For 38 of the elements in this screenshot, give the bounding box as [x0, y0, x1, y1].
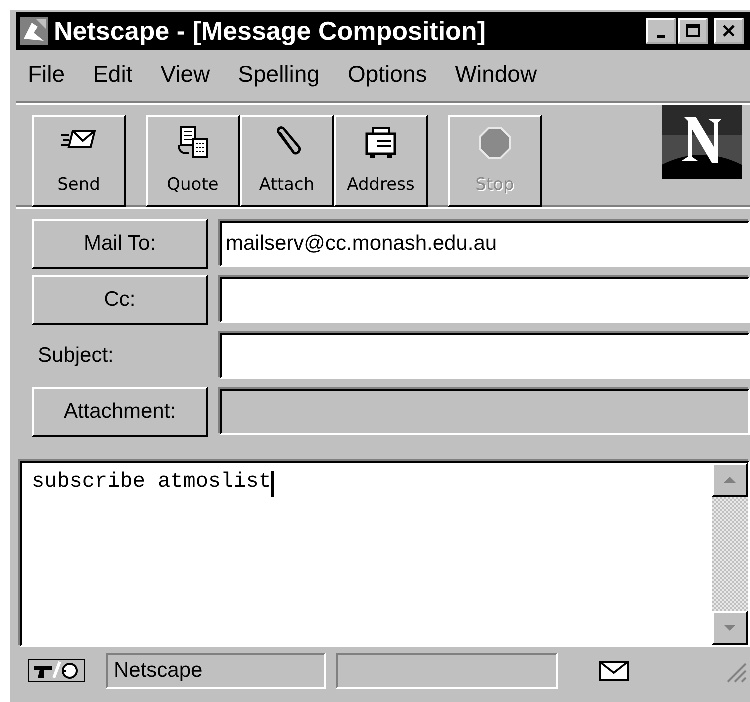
field-label: Subject:: [37, 344, 115, 368]
menu-item[interactable]: File: [28, 61, 66, 88]
envelope-icon[interactable]: [598, 660, 630, 682]
scroll-down-button[interactable]: [712, 611, 748, 645]
card-file-icon: [363, 125, 399, 161]
minimize-button[interactable]: [646, 18, 676, 44]
scroll-up-button[interactable]: [712, 463, 748, 497]
close-icon: [721, 23, 737, 39]
security-icon[interactable]: [28, 658, 86, 684]
window-title: Netscape - [Message Composition]: [54, 16, 487, 46]
address-button[interactable]: Cc:: [32, 275, 208, 325]
input-field[interactable]: [220, 277, 750, 323]
input-field[interactable]: mailserv@cc.monash.edu.au: [220, 221, 750, 267]
send-button[interactable]: Send: [32, 115, 126, 207]
stop-icon: [477, 125, 513, 161]
scrollbar[interactable]: [712, 463, 748, 645]
maximize-button[interactable]: [678, 18, 708, 44]
menu-item[interactable]: View: [160, 61, 210, 88]
document-icon: [175, 125, 211, 161]
text-cursor: [271, 471, 274, 497]
body-text: subscribe atmoslist: [32, 471, 272, 494]
address-button[interactable]: Mail To:: [32, 219, 208, 269]
status-message: Netscape: [106, 653, 326, 689]
up-arrow-icon: [723, 475, 737, 485]
minimize-icon: [657, 34, 665, 38]
menu-item[interactable]: Window: [455, 61, 538, 88]
message-body[interactable]: subscribe atmoslist: [20, 461, 750, 647]
quote-button[interactable]: Quote: [146, 115, 240, 207]
maximize-icon: [685, 23, 701, 39]
input-field[interactable]: [220, 333, 750, 379]
menu-item[interactable]: Options: [348, 61, 428, 88]
down-arrow-icon: [723, 623, 737, 633]
attach-button[interactable]: Attach: [240, 115, 334, 207]
close-button[interactable]: [714, 18, 744, 44]
app-icon: [20, 17, 48, 45]
menu-item[interactable]: Spelling: [238, 61, 320, 88]
menu-item[interactable]: Edit: [93, 61, 133, 88]
address-button[interactable]: Address: [334, 115, 428, 207]
